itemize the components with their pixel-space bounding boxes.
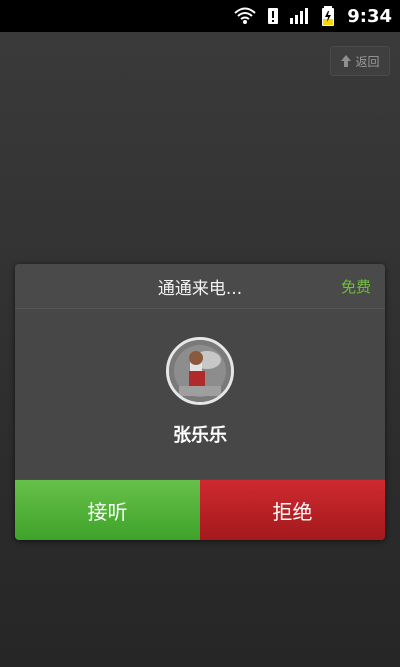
caller-info: 张乐乐 <box>15 309 385 479</box>
dialog-header: 通通来电... 免费 <box>15 264 385 308</box>
avatar <box>166 337 234 405</box>
answer-button[interactable]: 接听 <box>15 480 200 540</box>
dialog-title: 通通来电... <box>157 278 243 299</box>
decline-button[interactable]: 拒绝 <box>200 480 385 540</box>
battery-icon <box>321 0 335 32</box>
up-arrow-icon <box>340 54 352 68</box>
incoming-call-dialog: 通通来电... 免费 张乐乐 接听 拒绝 <box>15 264 385 540</box>
back-button[interactable]: 返回 <box>330 46 390 76</box>
incoming-call-screen: 返回 通通来电... 免费 张乐乐 接听 拒绝 <box>0 32 400 667</box>
status-bar: 9:34 <box>0 0 400 32</box>
status-time: 9:34 <box>347 5 392 27</box>
free-badge: 免费 <box>340 278 371 296</box>
wifi-icon <box>233 0 257 32</box>
call-actions: 接听 拒绝 <box>15 480 385 540</box>
signal-icon <box>289 0 311 32</box>
back-button-label: 返回 <box>355 54 380 69</box>
sim-alert-icon <box>267 0 279 32</box>
caller-name: 张乐乐 <box>173 425 227 446</box>
